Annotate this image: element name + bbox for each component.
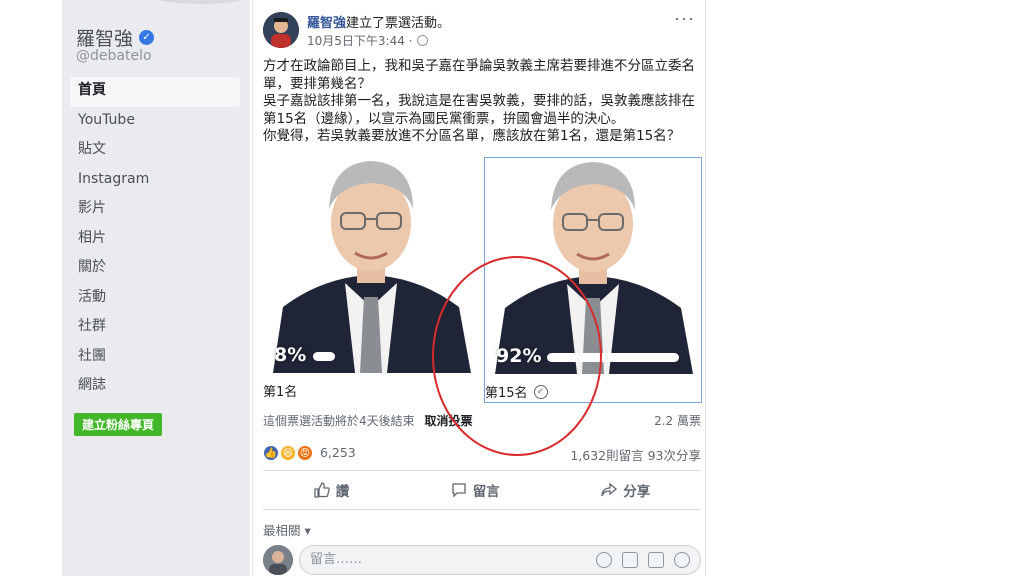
angry-reaction-icon[interactable]: 😡 [296,444,313,461]
page-handle[interactable]: @debatelo [76,48,152,64]
cancel-vote-link[interactable]: 取消投票 [424,414,472,428]
poll-footer: 這個票選活動將於4天後結束 取消投票 2.2 萬票 [263,412,701,429]
comment-input[interactable]: 留言…… [299,545,701,575]
post-action-bar: 讚 留言 分享 [263,470,701,510]
page-nav: 首頁 YouTube 貼文 Instagram 影片 相片 關於 活動 社群 社… [70,77,240,402]
profile-picture-edge [146,0,256,4]
share-button-label: 分享 [623,484,651,499]
public-globe-icon [417,35,429,46]
viewer-avatar [263,545,293,575]
screen: 羅智強 ✓ @debatelo 首頁 YouTube 貼文 Instagram … [0,0,1024,576]
comment-button[interactable]: 留言 [451,480,500,500]
nav-item-community[interactable]: 社群 [70,313,240,343]
emoji-icon[interactable] [596,552,612,568]
selected-check-icon: ✓ [533,384,548,399]
nav-item-photos[interactable]: 相片 [70,225,240,255]
post-header: 羅智強建立了票選活動。 [307,12,450,31]
page-title[interactable]: 羅智強 [76,24,133,51]
page-title-row[interactable]: 羅智強 ✓ [76,24,155,51]
post-paragraph: 方才在政論節目上，我和吳子嘉在爭論吳敦義主席若要排進不分區立委名單，要排第幾名？ [263,58,695,92]
poll-option-percent: 8% [274,344,307,366]
poll-option-label[interactable]: 第15名 ✓ [485,382,548,401]
author-name[interactable]: 羅智強 [307,16,346,31]
poll-vote-count[interactable]: 2.2 萬票 [654,412,701,429]
nav-item-youtube[interactable]: YouTube [70,107,240,137]
verified-badge-icon: ✓ [139,30,155,45]
reaction-count[interactable]: 6,253 [320,445,356,460]
nav-item-notes[interactable]: 網誌 [70,372,240,402]
nav-item-about[interactable]: 關於 [70,254,240,284]
poll-option-1[interactable]: 8% 第1名 [263,157,481,403]
camera-icon[interactable] [622,552,638,568]
post-action-text: 建立了票選活動。 [346,16,451,31]
poll-option-text[interactable]: 第1名 [263,381,297,400]
engagement-stats: 1,632則留言 93次分享 [570,445,701,464]
poll-result-bar [313,352,335,361]
poll-option-photo[interactable] [485,158,701,374]
share-button[interactable]: 分享 [601,480,650,500]
post-meta: 10月5日下午3:44 · [307,32,429,49]
post-options-button[interactable]: ··· [674,8,695,29]
comment-sort-dropdown[interactable]: 最相關 ▾ [263,520,311,539]
like-button-label: 讚 [335,484,350,499]
comment-button-label: 留言 [472,484,500,499]
thumbs-up-icon [314,482,330,498]
poll-option-2[interactable]: 92% 第15名 ✓ [484,157,702,403]
post-timestamp[interactable]: 10月5日下午3:44 · [307,32,412,49]
poll-option-percent: 92% [496,345,542,367]
nav-item-instagram[interactable]: Instagram [70,166,240,196]
poll-option-text[interactable]: 第15名 [485,382,528,401]
post-paragraph: 你覺得，若吳敦義要放進不分區名單，應該放在第1名，還是第15名？ [263,128,681,144]
poll-end-notice: 這個票選活動將於4天後結束 [263,414,415,428]
poll-result-bar [547,353,679,362]
haha-reaction-icon[interactable]: 😆 [279,444,296,461]
nav-item-videos[interactable]: 影片 [70,195,240,225]
post-paragraph: 吳子嘉說該排第一名，我說這是在害吳敦義，要排的話，吳敦義應該排在第15名（邊緣）… [263,93,695,127]
comment-tools [596,552,690,568]
poll-option-label[interactable]: 第1名 [263,381,297,400]
create-page-button[interactable]: 建立粉絲專頁 [74,413,163,436]
author-avatar[interactable] [263,12,299,48]
comment-count[interactable]: 1,632則留言 [570,448,643,463]
nav-item-events[interactable]: 活動 [70,284,240,314]
poll-option-photo[interactable] [263,157,479,373]
nav-item-home[interactable]: 首頁 [70,77,240,107]
share-count[interactable]: 93次分享 [648,448,701,463]
comment-bubble-icon [452,483,466,498]
reactions-row: 👍 😆 😡 6,253 1,632則留言 93次分享 [263,444,701,464]
share-arrow-icon [601,482,618,497]
nav-item-posts[interactable]: 貼文 [70,136,240,166]
nav-item-groups[interactable]: 社團 [70,343,240,373]
like-button[interactable]: 讚 [314,480,350,500]
post-text: 方才在政論節目上，我和吳子嘉在爭論吳敦義主席若要排進不分區立委名單，要排第幾名？… [263,58,699,146]
post-card: 羅智強建立了票選活動。 10月5日下午3:44 · ··· 方才在政論節目上，我… [252,0,706,576]
like-reaction-icon[interactable]: 👍 [263,444,279,461]
page-sidebar: 羅智強 ✓ @debatelo 首頁 YouTube 貼文 Instagram … [62,0,256,576]
gif-icon[interactable] [648,552,664,568]
sticker-icon[interactable] [674,552,690,568]
comment-placeholder: 留言…… [310,552,363,567]
